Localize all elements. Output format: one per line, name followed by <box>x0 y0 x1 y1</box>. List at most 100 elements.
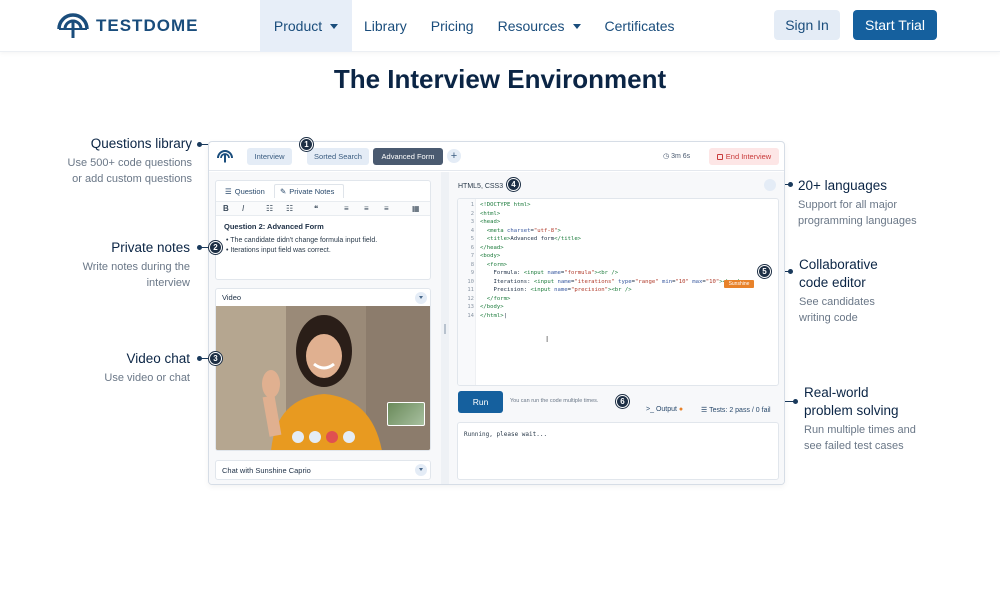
drag-handle-icon[interactable] <box>444 324 446 334</box>
add-tab-button[interactable]: + <box>447 149 461 163</box>
line-number-gutter: 1 2 3 4 5 6 7 8 9 10 11 12 13 14 <box>458 199 476 385</box>
annotation-desc-problem-solving: Run multiple times and see failed test c… <box>804 423 916 454</box>
chevron-down-icon[interactable] <box>415 292 427 304</box>
step-badge-3: 3 <box>209 352 222 365</box>
note-text: Iterations input field was correct. <box>230 247 331 254</box>
more-options-icon[interactable] <box>343 431 355 443</box>
nav-library[interactable]: Library <box>352 0 419 52</box>
line-number: 11 <box>467 287 474 293</box>
annotation-desc-line: Support for all major <box>798 199 898 211</box>
tab-output[interactable]: >_ Output ● <box>646 406 683 413</box>
end-interview-label: End Interview <box>725 152 772 161</box>
annotation-desc-line: Write notes during the <box>82 261 190 273</box>
camera-icon[interactable] <box>309 431 321 443</box>
video-feed <box>216 306 430 450</box>
align-left-icon[interactable]: ≡ <box>344 204 349 213</box>
end-interview-button[interactable]: End Interview <box>709 148 779 165</box>
annotation-title-video-chat: Video chat <box>126 351 190 366</box>
tab-tests[interactable]: ☰ Tests: 2 pass / 0 fail <box>701 406 771 414</box>
line-number: 9 <box>470 270 474 276</box>
nav-pricing-label: Pricing <box>430 18 474 34</box>
connector-dot <box>793 399 798 404</box>
step-badge-6: 6 <box>616 395 629 408</box>
annotation-desc-line: See candidates <box>799 296 875 308</box>
start-trial-button[interactable]: Start Trial <box>853 10 937 40</box>
timer-value: 3m 6s <box>671 153 691 160</box>
line-number: 12 <box>467 295 474 302</box>
italic-icon[interactable]: I <box>242 204 244 213</box>
chevron-down-icon[interactable] <box>415 464 427 476</box>
code-line: </body> <box>480 304 504 310</box>
annotation-desc-line: Use 500+ code questions <box>67 157 192 169</box>
code-line: <meta charset="utf-8"> <box>486 227 561 234</box>
bold-icon[interactable]: B <box>223 204 229 213</box>
quote-icon[interactable]: ❝ <box>314 204 318 213</box>
tab-private-notes[interactable]: ✎ Private Notes <box>274 184 344 198</box>
interview-timer: ◷ 3m 6s <box>663 152 690 160</box>
collaborator-cursor-tag: Sunshine <box>724 280 754 288</box>
question-icon: ☰ <box>225 186 232 196</box>
video-panel: Video <box>215 288 431 451</box>
run-button[interactable]: Run <box>458 391 503 413</box>
line-number: 7 <box>470 253 474 259</box>
align-right-icon[interactable]: ≡ <box>384 204 389 213</box>
bullet-list-icon[interactable]: ☷ <box>286 204 293 213</box>
tab-private-notes-label: Private Notes <box>289 187 335 196</box>
logo[interactable]: TESTDOME <box>56 12 198 40</box>
logo-text: TESTDOME <box>96 16 199 35</box>
chat-label: Chat with Sunshine Caprio <box>222 466 311 475</box>
step-badge-4: 4 <box>507 178 520 191</box>
chevron-down-icon[interactable] <box>764 179 776 191</box>
note-text: The candidate didn't change formula inpu… <box>230 237 378 244</box>
annotation-title-line: code editor <box>799 275 866 290</box>
annotation-desc-line: see failed test cases <box>804 439 904 452</box>
chat-panel[interactable]: Chat with Sunshine Caprio <box>215 460 431 480</box>
nav-library-label: Library <box>364 18 407 34</box>
code-line: </head> <box>480 244 504 251</box>
step-badge-5: 5 <box>758 265 771 278</box>
run-hint: You can run the code multiple times. <box>510 398 599 404</box>
note-bullet: • The candidate didn't change formula in… <box>226 237 378 244</box>
align-center-icon[interactable]: ≡ <box>364 204 369 213</box>
page-title: The Interview Environment <box>333 64 667 94</box>
video-person-image <box>216 306 430 450</box>
chevron-down-icon <box>572 23 581 29</box>
code-line: <body> <box>480 253 501 259</box>
self-view-thumbnail <box>387 402 425 426</box>
ordered-list-icon[interactable]: ☷ <box>266 204 273 213</box>
code-line: <form> <box>486 261 507 268</box>
line-number: 2 <box>470 210 474 217</box>
code-line: Formula: <input name="formula"><br /> <box>480 270 619 276</box>
nav-product[interactable]: Product <box>260 0 352 52</box>
nav-resources[interactable]: Resources <box>486 0 593 52</box>
code-line: </html>| <box>480 312 507 319</box>
line-number: 5 <box>470 236 474 242</box>
table-icon[interactable]: ▦ <box>412 204 420 213</box>
line-number: 4 <box>470 227 474 234</box>
nav-certificates[interactable]: Certificates <box>593 0 687 52</box>
language-selector[interactable]: HTML5, CSS3 ⓘ <box>458 181 514 191</box>
annotation-title-questions-library: Questions library <box>90 136 192 151</box>
nav-pricing[interactable]: Pricing <box>419 0 486 52</box>
tab-sorted-search[interactable]: Sorted Search <box>307 148 369 165</box>
annotation-desc-languages: Support for all major programming langua… <box>798 198 917 229</box>
annotation-desc-line: programming languages <box>798 214 917 227</box>
annotation-title-line: Collaborative <box>799 257 878 272</box>
code-line: <head> <box>480 219 501 225</box>
code-editor[interactable]: 1 2 3 4 5 6 7 8 9 10 11 12 13 14 <!DOCTY… <box>457 198 779 386</box>
hang-up-icon[interactable] <box>326 431 338 443</box>
language-label: HTML5, CSS3 <box>458 183 504 190</box>
note-bullet: • Iterations input field was correct. <box>226 247 331 254</box>
tab-question-label: Question <box>234 186 265 196</box>
tab-interview[interactable]: Interview <box>247 148 292 165</box>
microphone-icon[interactable] <box>292 431 304 443</box>
right-pane: HTML5, CSS3 ⓘ 1 2 3 4 5 6 7 8 9 10 11 12… <box>449 172 784 484</box>
code-line: <title>Advanced form</title> <box>486 236 582 242</box>
code-line: <html> <box>480 210 501 217</box>
annotation-title-problem-solving: Real-world problem solving <box>804 384 899 420</box>
annotation-desc-private-notes: Write notes during the interview <box>40 260 190 291</box>
annotation-desc-line: Run multiple times and <box>804 424 916 436</box>
tab-advanced-form[interactable]: Advanced Form <box>373 148 443 165</box>
sign-in-button[interactable]: Sign In <box>774 10 840 40</box>
tab-question[interactable]: ☰ Question <box>220 184 270 198</box>
